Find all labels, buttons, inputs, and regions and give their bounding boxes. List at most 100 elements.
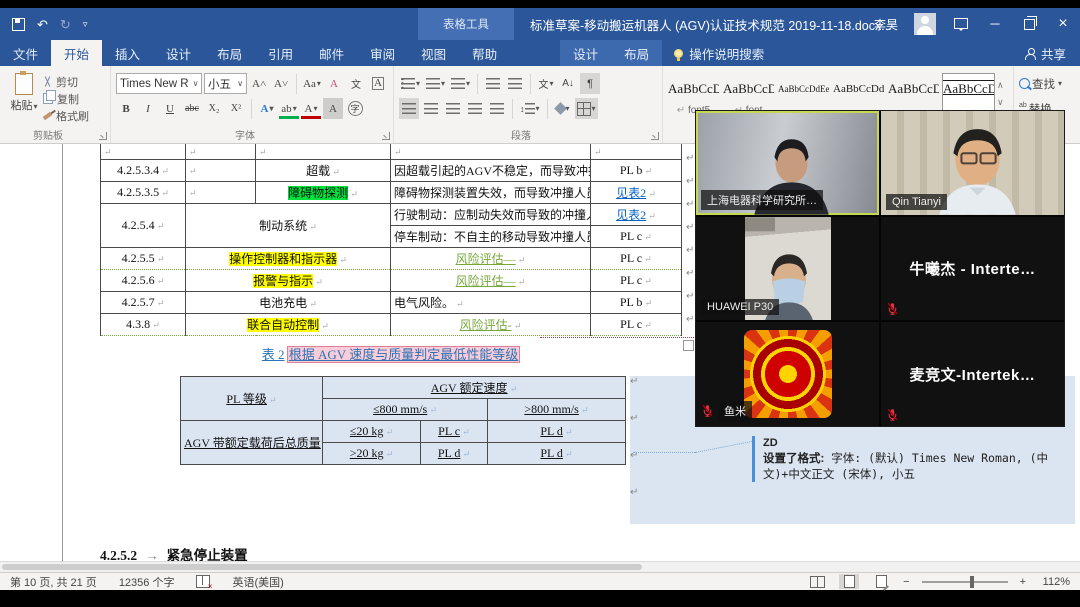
shrink-font-button[interactable]: A˅ — [271, 73, 291, 94]
word-count[interactable]: 12356 个字 — [119, 574, 175, 590]
table-resize-handle[interactable] — [683, 340, 694, 351]
revision-balloon[interactable]: ZD 设置了格式: 字体: (默认) Times New Roman, (中文)… — [752, 436, 1078, 482]
video-tile-qin-tianyi[interactable]: Qin Tianyi — [881, 111, 1064, 215]
format-painter-button[interactable]: 格式刷 — [43, 107, 89, 124]
video-tile-active-speaker[interactable]: 上海电器科学研究所… — [696, 111, 879, 215]
print-layout-button[interactable] — [839, 574, 859, 589]
table-tools-band: 表格工具 — [418, 8, 514, 40]
tab-review[interactable]: 审阅 — [357, 40, 408, 66]
tab-insert[interactable]: 插入 — [102, 40, 153, 66]
clipboard-group: 粘贴▾ 剪切 复制 格式刷 剪贴板 — [0, 66, 111, 143]
zoom-slider-thumb[interactable] — [970, 576, 974, 588]
redo-button[interactable]: ↻ — [60, 18, 71, 31]
customize-qat-button[interactable]: ▿ — [83, 20, 88, 29]
tab-home[interactable]: 开始 — [51, 40, 102, 66]
cut-button[interactable]: 剪切 — [43, 73, 89, 90]
justify-button[interactable] — [465, 98, 485, 119]
sort-button[interactable]: A↓ — [558, 73, 578, 94]
zoom-out-button[interactable]: − — [903, 576, 909, 588]
tab-table-design[interactable]: 设计 — [560, 40, 611, 66]
paragraph-dialog-launcher[interactable] — [651, 132, 659, 140]
video-tile-yumi[interactable]: 鱼米 — [696, 322, 879, 426]
zoom-level[interactable]: 112% — [1038, 576, 1070, 588]
decrease-indent-button[interactable] — [483, 73, 503, 94]
restore-button[interactable] — [1020, 8, 1038, 40]
undo-button[interactable]: ↶ — [37, 18, 48, 31]
enclose-characters-button[interactable]: 字 — [345, 98, 365, 119]
copy-button[interactable]: 复制 — [43, 90, 89, 107]
tab-design[interactable]: 设计 — [153, 40, 204, 66]
tab-view[interactable]: 视图 — [408, 40, 459, 66]
video-tile-mai-jingwen[interactable]: 麦竞文-Intertek… — [881, 322, 1064, 426]
paste-button[interactable]: 粘贴▾ — [5, 71, 43, 124]
align-right-button[interactable] — [443, 98, 463, 119]
risk-table[interactable]: 4.2.5.3.4 超载 因超载引起的AGV不稳定，而导致冲撞人员风险。 PL … — [100, 144, 682, 336]
clipboard-dialog-launcher[interactable] — [99, 132, 107, 140]
change-case-button[interactable]: Aa▾ — [302, 73, 322, 94]
horizontal-scrollbar[interactable] — [0, 561, 1080, 572]
distribute-button[interactable] — [487, 98, 507, 119]
page-indicator[interactable]: 第 10 页, 共 21 页 — [10, 574, 97, 590]
web-layout-button[interactable] — [871, 574, 891, 589]
proofing-status-icon[interactable] — [196, 575, 210, 588]
clear-formatting-button[interactable]: A — [324, 73, 344, 94]
share-button[interactable]: 共享 — [1011, 40, 1080, 66]
borders-button[interactable]: ▾ — [575, 98, 598, 119]
zoom-slider[interactable] — [922, 581, 1008, 583]
character-border-button[interactable]: A — [368, 73, 388, 94]
save-icon[interactable] — [12, 18, 25, 31]
tab-table-layout[interactable]: 布局 — [611, 40, 662, 66]
close-button[interactable]: × — [1054, 8, 1072, 40]
character-shading-button[interactable]: A — [323, 98, 343, 119]
italic-button[interactable]: I — [138, 98, 158, 119]
multilevel-list-button[interactable]: ▾ — [449, 73, 472, 94]
font-size-combo[interactable]: 小五∨ — [204, 73, 247, 94]
styles-scroll-down-button[interactable]: ∨ — [997, 97, 1004, 108]
highlight-color-button[interactable]: ab▾ — [279, 98, 299, 119]
see-table2-link[interactable]: 见表2 — [616, 186, 646, 200]
scrollbar-thumb[interactable] — [2, 564, 642, 570]
line-spacing-button[interactable]: ↕▾ — [518, 98, 542, 119]
tab-file[interactable]: 文件 — [0, 40, 51, 66]
zoom-in-button[interactable]: + — [1020, 576, 1026, 588]
asian-layout-button[interactable]: 文▾ — [536, 73, 556, 94]
bold-button[interactable]: B — [116, 98, 136, 119]
video-tile-niu-xijie[interactable]: 牛曦杰 - Interte… — [881, 217, 1064, 321]
font-dialog-launcher[interactable] — [382, 132, 390, 140]
see-table2-link[interactable]: 见表2 — [616, 208, 646, 222]
video-tile-huawei-p30[interactable]: HUAWEI P30 — [696, 217, 879, 321]
bullets-button[interactable]: ▾ — [399, 73, 422, 94]
avatar[interactable] — [914, 13, 936, 35]
table2[interactable]: PL 等级 AGV 额定速度 ≤800 mm/s >800 mm/s AGV 带… — [180, 376, 626, 465]
language-indicator[interactable]: 英语(美国) — [232, 574, 283, 590]
styles-scroll-up-button[interactable]: ∧ — [997, 80, 1004, 91]
phonetic-guide-button[interactable]: 文 — [346, 73, 366, 94]
tab-help[interactable]: 帮助 — [459, 40, 510, 66]
text-effects-button[interactable]: A▾ — [257, 98, 277, 119]
find-button[interactable]: 查找 ▾ — [1019, 71, 1075, 96]
tell-me-search[interactable]: 操作说明搜索 — [662, 40, 776, 66]
superscript-button[interactable]: X² — [226, 98, 246, 119]
tab-mailings[interactable]: 邮件 — [306, 40, 357, 66]
account-name[interactable]: 李昊 — [874, 16, 898, 33]
grow-font-button[interactable]: A˄ — [249, 73, 269, 94]
align-center-button[interactable] — [421, 98, 441, 119]
font-color-button[interactable]: A▾ — [301, 98, 321, 119]
subscript-button[interactable]: X₂ — [204, 98, 224, 119]
read-mode-button[interactable] — [807, 574, 827, 589]
justify-icon — [468, 103, 482, 114]
font-name-combo[interactable]: Times New R∨ — [116, 73, 202, 94]
increase-indent-button[interactable] — [505, 73, 525, 94]
align-left-button[interactable] — [399, 98, 419, 119]
numbering-button[interactable]: ▾ — [424, 73, 447, 94]
tab-layout[interactable]: 布局 — [204, 40, 255, 66]
font-size-value: 小五 — [208, 76, 233, 92]
minimize-button[interactable]: ─ — [986, 8, 1004, 40]
show-marks-button[interactable]: ¶ — [580, 73, 600, 94]
tracked-insertion: 风险评估— — [456, 274, 516, 288]
strikethrough-button[interactable]: abc — [182, 98, 202, 119]
underline-button[interactable]: U — [160, 98, 180, 119]
ribbon-display-options-button[interactable] — [952, 8, 970, 40]
tab-references[interactable]: 引用 — [255, 40, 306, 66]
shading-button[interactable]: ▾ — [553, 98, 573, 119]
